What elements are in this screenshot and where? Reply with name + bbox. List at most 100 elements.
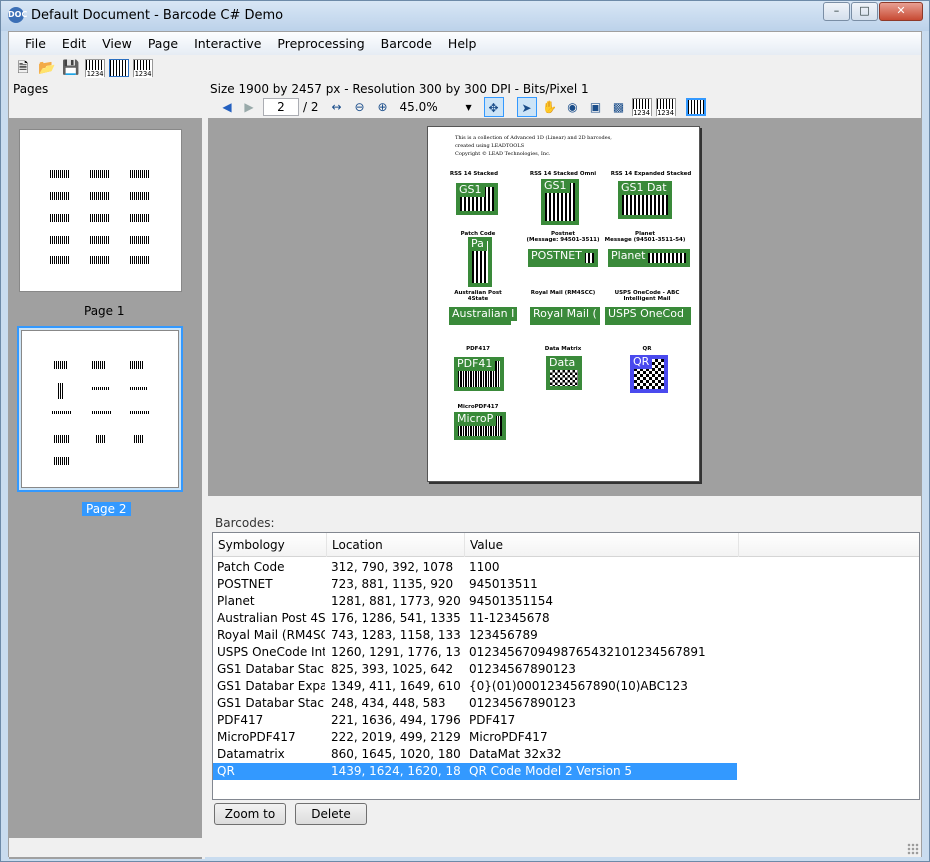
intro-line: created using LEADTOOLS — [455, 143, 525, 149]
main-toolbar: 🗎 📂 💾 1234 1234 — [9, 56, 921, 80]
open-folder-icon[interactable]: 📂 — [37, 58, 57, 78]
column-header-symbology[interactable]: Symbology — [213, 533, 327, 557]
region-icon[interactable]: ▩ — [609, 97, 629, 117]
barcode-tag: Australian I — [449, 307, 518, 321]
table-row[interactable]: MicroPDF417 222, 2019, 499, 2129 MicroPDF4… — [213, 729, 919, 746]
cell-value: 01234567890123 — [469, 696, 576, 710]
table-row[interactable]: Patch Code 312, 790, 392, 1078 1100 — [213, 559, 919, 576]
cell-location: 723, 881, 1135, 920 — [331, 577, 454, 591]
title-bar[interactable]: DOC Default Document - Barcode C# Demo –… — [1, 1, 929, 31]
barcode-caption: PDF417 — [466, 346, 490, 352]
cell-value: 01234567094987654321012345678​91 — [469, 645, 706, 659]
column-header-value[interactable]: Value — [465, 533, 739, 557]
cell-symbology: Planet — [217, 594, 255, 608]
barcodes-list[interactable]: Symbology Location Value Patch Code 312, … — [212, 532, 920, 800]
zoom-input[interactable]: 45.0% — [396, 98, 466, 116]
cell-symbology: GS1 Databar Expan... — [217, 679, 325, 693]
menu-page[interactable]: Page — [140, 36, 186, 51]
barcode-highlight[interactable]: PDF41 — [454, 357, 504, 391]
table-row[interactable]: PDF417 221, 1636, 494, 1796 PDF417 — [213, 712, 919, 729]
cell-location: 860, 1645, 1020, 1805 — [331, 747, 461, 761]
fit-page-icon[interactable]: ✥ — [483, 97, 504, 117]
barcode-write-icon[interactable] — [109, 59, 129, 77]
close-button[interactable]: ✕ — [879, 2, 923, 21]
barcode-read-tool-icon[interactable]: 1234 — [631, 98, 652, 117]
barcode-highlight[interactable]: USPS OneCod — [605, 307, 691, 325]
table-row[interactable]: Australian Post 4State 176, 1286, 541, 13… — [213, 610, 919, 627]
cell-symbology: Datamatrix — [217, 747, 285, 761]
table-row[interactable]: Datamatrix 860, 1645, 1020, 1805 DataMat 3… — [213, 746, 919, 763]
page-1-thumbnail[interactable] — [19, 129, 182, 292]
pan-hand-icon[interactable]: ✋ — [540, 97, 560, 117]
table-row[interactable]: GS1 Databar Stacked 248, 434, 448, 583 012… — [213, 695, 919, 712]
minimize-button[interactable]: – — [823, 2, 850, 21]
fit-width-icon[interactable]: ↔ — [327, 97, 347, 117]
zoom-out-icon[interactable]: ⊖ — [350, 97, 370, 117]
maximize-button[interactable]: □ — [851, 2, 878, 21]
page-2-thumbnail-frame[interactable] — [17, 326, 183, 492]
barcode-tag: Data — [546, 356, 579, 370]
cell-value: {0}(01)0001234567890(10)ABC123 — [469, 679, 688, 693]
barcode-highlight[interactable]: GS1 — [541, 179, 579, 225]
table-row[interactable]: Royal Mail (RM4SCC) 743, 1283, 1158, 1332… — [213, 627, 919, 644]
table-row[interactable]: POSTNET 723, 881, 1135, 920 945013511 — [213, 576, 919, 593]
barcode-highlight[interactable]: GS1 Dat — [618, 181, 672, 219]
save-icon[interactable]: 💾 — [61, 58, 81, 78]
barcode-highlight[interactable]: POSTNET — [528, 249, 598, 267]
barcode-highlight[interactable]: MicroP — [454, 412, 506, 440]
intro-line: This is a collection of Advanced 1D (Lin… — [455, 135, 612, 141]
table-row[interactable]: GS1 Databar Expan... 1349, 411, 1649, 610… — [213, 678, 919, 695]
barcode-highlight[interactable]: Data — [546, 356, 582, 390]
menu-edit[interactable]: Edit — [54, 36, 94, 51]
barcode-caption: RSS 14 Expanded Stacked — [610, 171, 692, 177]
column-header-location[interactable]: Location — [327, 533, 465, 557]
pointer-icon[interactable]: ➤ — [516, 97, 537, 117]
barcode-highlight[interactable]: GS1 — [456, 183, 498, 215]
page-1-label[interactable]: Page 1 — [84, 304, 125, 318]
zoom-to-rect-icon[interactable]: ▣ — [586, 97, 606, 117]
zoom-in-icon[interactable]: ⊕ — [373, 97, 393, 117]
barcode-tag: Royal Mail ( — [530, 307, 600, 321]
table-row-selected[interactable]: QR 1439, 1624, 1620, 1805 QR Code Model 2 … — [213, 763, 737, 780]
barcode-select-tool-icon[interactable] — [685, 98, 706, 116]
menu-view[interactable]: View — [94, 36, 140, 51]
page-2-label[interactable]: Page 2 — [82, 502, 131, 516]
page-2-thumbnail[interactable] — [21, 330, 179, 488]
menu-preprocessing[interactable]: Preprocessing — [269, 36, 372, 51]
image-viewer[interactable]: This is a collection of Advanced 1D (Lin… — [208, 118, 921, 496]
menu-barcode[interactable]: Barcode — [373, 36, 440, 51]
barcode-highlight[interactable]: Planet — [608, 249, 690, 267]
barcode-write-tool-icon[interactable]: 1234 — [655, 98, 676, 117]
barcodes-label: Barcodes: — [215, 516, 275, 530]
barcode-tag: GS1 Dat — [618, 181, 670, 195]
barcode-read-icon[interactable]: 1234 — [85, 59, 105, 78]
cell-location: 1349, 411, 1649, 610 — [331, 679, 461, 693]
barcode-caption: RSS 14 Stacked — [449, 171, 499, 177]
resize-grip-icon[interactable] — [907, 843, 919, 855]
menu-interactive[interactable]: Interactive — [186, 36, 269, 51]
pages-sidebar[interactable]: Page 1 Page 2 — [9, 118, 205, 859]
list-rows: Patch Code 312, 790, 392, 1078 1100 POSTNE… — [213, 559, 919, 780]
menu-file[interactable]: File — [17, 36, 54, 51]
barcode-highlight[interactable]: Australian I — [449, 307, 518, 325]
barcode-highlight[interactable]: Pa — [468, 237, 492, 287]
zoom-dropdown-icon[interactable]: ▼ — [466, 103, 478, 112]
barcode-caption: Planet Message (94501-3511-54) — [604, 231, 686, 243]
previous-page-icon[interactable]: ◀ — [219, 99, 235, 115]
barcode-highlight[interactable]: Royal Mail ( — [530, 307, 600, 325]
table-row[interactable]: Planet 1281, 881, 1773, 920 94501351154 — [213, 593, 919, 610]
cell-symbology: USPS OneCode Int... — [217, 645, 325, 659]
table-row[interactable]: USPS OneCode Int... 1260, 1291, 1776, 132… — [213, 644, 919, 661]
barcode-highlight[interactable]: QR — [630, 355, 668, 393]
menu-help[interactable]: Help — [440, 36, 485, 51]
magnifier-icon[interactable]: ◉ — [563, 97, 583, 117]
cell-symbology: Patch Code — [217, 560, 285, 574]
table-row[interactable]: GS1 Databar Stacked 825, 393, 1025, 642 01… — [213, 661, 919, 678]
cell-symbology: GS1 Databar Stacked — [217, 696, 325, 710]
new-document-icon[interactable]: 🗎 — [13, 58, 33, 78]
page-number-input[interactable]: 2 — [263, 98, 299, 116]
barcode-options-icon[interactable]: 1234 — [133, 59, 153, 78]
zoom-to-button[interactable]: Zoom to — [214, 803, 286, 825]
next-page-icon[interactable]: ▶ — [241, 99, 257, 115]
delete-button[interactable]: Delete — [295, 803, 367, 825]
